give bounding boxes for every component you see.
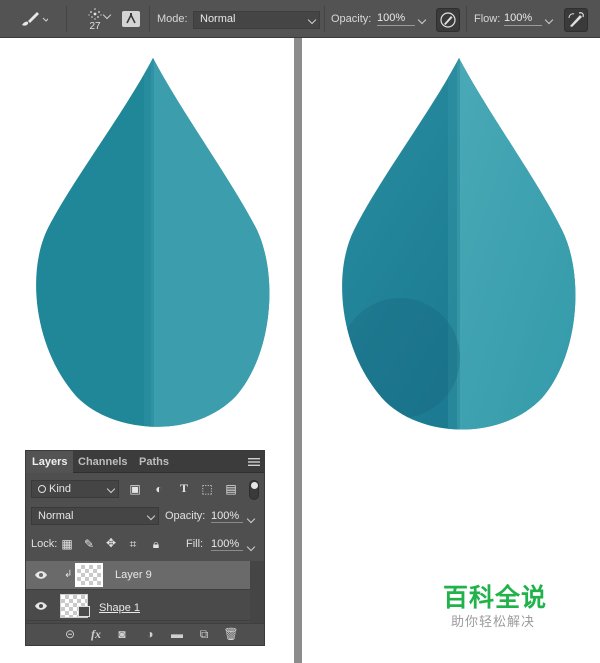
brush-icon — [22, 12, 48, 26]
watermark-subtitle: 助你轻松解决 — [451, 615, 536, 630]
layer-name[interactable]: Layer 9 — [115, 569, 152, 581]
layer-list: ↲ Layer 9 Shape 1 — [26, 561, 264, 623]
mode-label: Mode: — [157, 13, 188, 25]
layer-row-layer-9[interactable]: ↲ Layer 9 — [26, 561, 250, 590]
opacity-label: Opacity: — [331, 13, 372, 25]
lock-position-icon[interactable]: ✥ — [104, 536, 118, 550]
visibility-eye-icon[interactable] — [34, 600, 48, 612]
new-layer-icon[interactable]: ⧉ — [196, 627, 212, 642]
flow-label: Flow: — [474, 13, 501, 25]
lock-transparent-pixels-icon[interactable]: ▦ — [60, 537, 74, 551]
layer-name[interactable]: Shape 1 — [99, 602, 140, 614]
layer-filter-row: Kind ▣ ◐ T ⬚ ▤ — [26, 479, 264, 503]
layer-thumbnail — [75, 563, 103, 587]
adjustment-layer-icon[interactable]: ◑ — [142, 627, 158, 641]
trash-icon[interactable]: 🗑︎ — [223, 627, 239, 641]
tab-layers[interactable]: Layers — [26, 451, 74, 473]
blend-mode-select[interactable]: Normal — [31, 507, 159, 525]
lock-artboard-icon[interactable]: ⌗ — [126, 537, 140, 552]
airbrush-button[interactable] — [564, 8, 588, 32]
blend-mode-value: Normal — [38, 510, 74, 522]
filter-shape-icon[interactable]: ⬚ — [200, 482, 214, 496]
filter-kind-value: Kind — [49, 483, 72, 495]
blend-mode-row: Normal Opacity: 100% — [26, 507, 264, 529]
panel-menu-button[interactable] — [248, 457, 260, 467]
mode-value: Normal — [200, 13, 236, 25]
airbrush-icon — [568, 12, 584, 27]
pressure-pen-icon — [440, 12, 456, 28]
vector-mask-badge-icon — [78, 606, 90, 617]
filter-type-icon[interactable]: T — [177, 481, 191, 496]
link-layers-icon[interactable]: ⊝ — [62, 627, 78, 641]
canvas-drop-shaded — [342, 58, 576, 430]
filter-smartobject-icon[interactable]: ▤ — [224, 482, 238, 496]
filter-toggle-switch[interactable] — [249, 480, 259, 500]
fill-input[interactable]: 100% — [211, 538, 243, 551]
layer-opacity-label: Opacity: — [165, 510, 206, 522]
layer-row-shape-1[interactable]: Shape 1 — [26, 592, 250, 621]
options-bar: 27 Mode: Normal Opacity: 100% Flow: 100% — [0, 0, 600, 38]
visibility-eye-icon[interactable] — [34, 569, 48, 581]
layers-bottom-toolbar: ⊝ fx ◙ ◑ ▬ ⧉ 🗑︎ — [26, 623, 264, 645]
brush-tool-picker[interactable] — [18, 0, 48, 38]
layer-list-scrollbar[interactable] — [250, 561, 264, 623]
tab-paths[interactable]: Paths — [133, 451, 175, 473]
flow-slider-toggle[interactable] — [544, 12, 556, 25]
lock-row: Lock: ▦ ✎ ✥ ⌗ 🔒︎ Fill: 100% — [26, 535, 264, 557]
layers-panel: Layers Channels Paths Kind ▣ ◐ T ⬚ ▤ Nor… — [25, 450, 265, 646]
layers-panel-tabs: Layers Channels Paths — [26, 451, 264, 473]
canvas-drop-flat — [36, 58, 270, 427]
watermark-title: 百科全说 — [443, 583, 548, 612]
search-icon — [38, 485, 46, 493]
pressure-opacity-button[interactable] — [436, 8, 460, 32]
chevron-down-icon — [307, 15, 317, 25]
chevron-down-icon — [544, 15, 554, 25]
lock-all-icon[interactable]: 🔒︎ — [149, 537, 163, 552]
flow-input[interactable]: 100% — [504, 12, 542, 26]
brush-tip-icon — [88, 7, 102, 20]
brush-size-value: 27 — [89, 20, 101, 32]
chevron-down-icon — [106, 484, 116, 494]
opacity-slider-toggle[interactable] — [417, 12, 429, 25]
brush-panel-icon — [126, 13, 136, 24]
filter-kind-select[interactable]: Kind — [31, 480, 119, 498]
chevron-down-icon — [246, 514, 256, 524]
opacity-input[interactable]: 100% — [377, 12, 415, 26]
chevron-down-icon — [417, 15, 427, 25]
new-group-folder-icon[interactable]: ▬ — [169, 627, 185, 641]
add-mask-icon[interactable]: ◙ — [114, 627, 130, 641]
chevron-down-icon — [146, 511, 156, 521]
brush-panel-toggle[interactable] — [122, 11, 140, 27]
lock-label: Lock: — [31, 538, 58, 550]
fill-label: Fill: — [186, 538, 204, 550]
tab-channels[interactable]: Channels — [72, 451, 134, 473]
mode-select[interactable]: Normal — [193, 11, 320, 29]
fx-icon[interactable]: fx — [88, 627, 104, 642]
clipping-mask-arrow-icon: ↲ — [64, 569, 73, 580]
layer-opacity-input[interactable]: 100% — [211, 510, 243, 523]
hamburger-icon — [248, 458, 260, 466]
lock-image-pixels-icon[interactable]: ✎ — [82, 537, 96, 551]
chevron-down-icon — [246, 542, 256, 552]
brush-size-dropdown-caret[interactable] — [102, 10, 112, 20]
filter-adjustment-icon[interactable]: ◐ — [152, 482, 166, 496]
fill-slider-toggle[interactable] — [246, 539, 258, 552]
canvas-divider — [294, 38, 302, 663]
filter-pixel-icon[interactable]: ▣ — [128, 482, 142, 496]
layer-opacity-slider-toggle[interactable] — [246, 511, 258, 524]
